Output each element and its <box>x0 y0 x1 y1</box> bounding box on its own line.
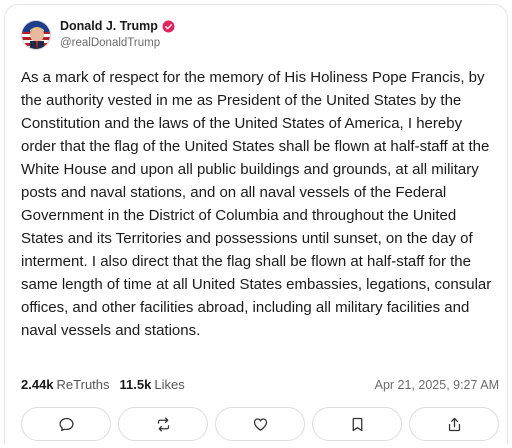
verified-badge-icon <box>162 20 175 33</box>
post-action-bar <box>21 407 499 441</box>
post-stats-bar: 2.44k ReTruths 11.5k Likes Apr 21, 2025, 9… <box>21 377 499 392</box>
share-button[interactable] <box>409 407 499 441</box>
post-header: Donald J. Trump @realDonaldTrump <box>21 19 175 51</box>
retruths-label: ReTruths <box>56 377 110 392</box>
reply-button[interactable] <box>21 407 111 441</box>
author-display-name[interactable]: Donald J. Trump <box>60 19 158 34</box>
heart-icon <box>253 417 267 431</box>
retruths-count: 2.44k <box>21 377 54 392</box>
repost-arrows-icon <box>157 416 169 432</box>
author-name-row: Donald J. Trump <box>60 19 175 34</box>
share-upload-icon <box>448 417 460 431</box>
retruth-button[interactable] <box>118 407 208 441</box>
bookmark-icon <box>352 417 362 431</box>
author-handle[interactable]: @realDonaldTrump <box>60 36 175 51</box>
likes-stat[interactable]: 11.5k Likes <box>120 377 185 392</box>
bookmark-button[interactable] <box>312 407 402 441</box>
avatar-image <box>22 21 50 49</box>
avatar[interactable] <box>21 20 51 50</box>
post-card: Donald J. Trump @realDonaldTrump As a ma… <box>4 4 508 444</box>
author-info: Donald J. Trump @realDonaldTrump <box>60 19 175 51</box>
post-timestamp[interactable]: Apr 21, 2025, 9:27 AM <box>375 378 499 392</box>
retruths-stat[interactable]: 2.44k ReTruths <box>21 377 110 392</box>
post-body-text: As a mark of respect for the memory of H… <box>21 69 492 339</box>
speech-bubble-icon <box>58 417 74 431</box>
likes-count: 11.5k <box>119 377 152 392</box>
like-button[interactable] <box>215 407 305 441</box>
likes-label: Likes <box>154 377 185 392</box>
